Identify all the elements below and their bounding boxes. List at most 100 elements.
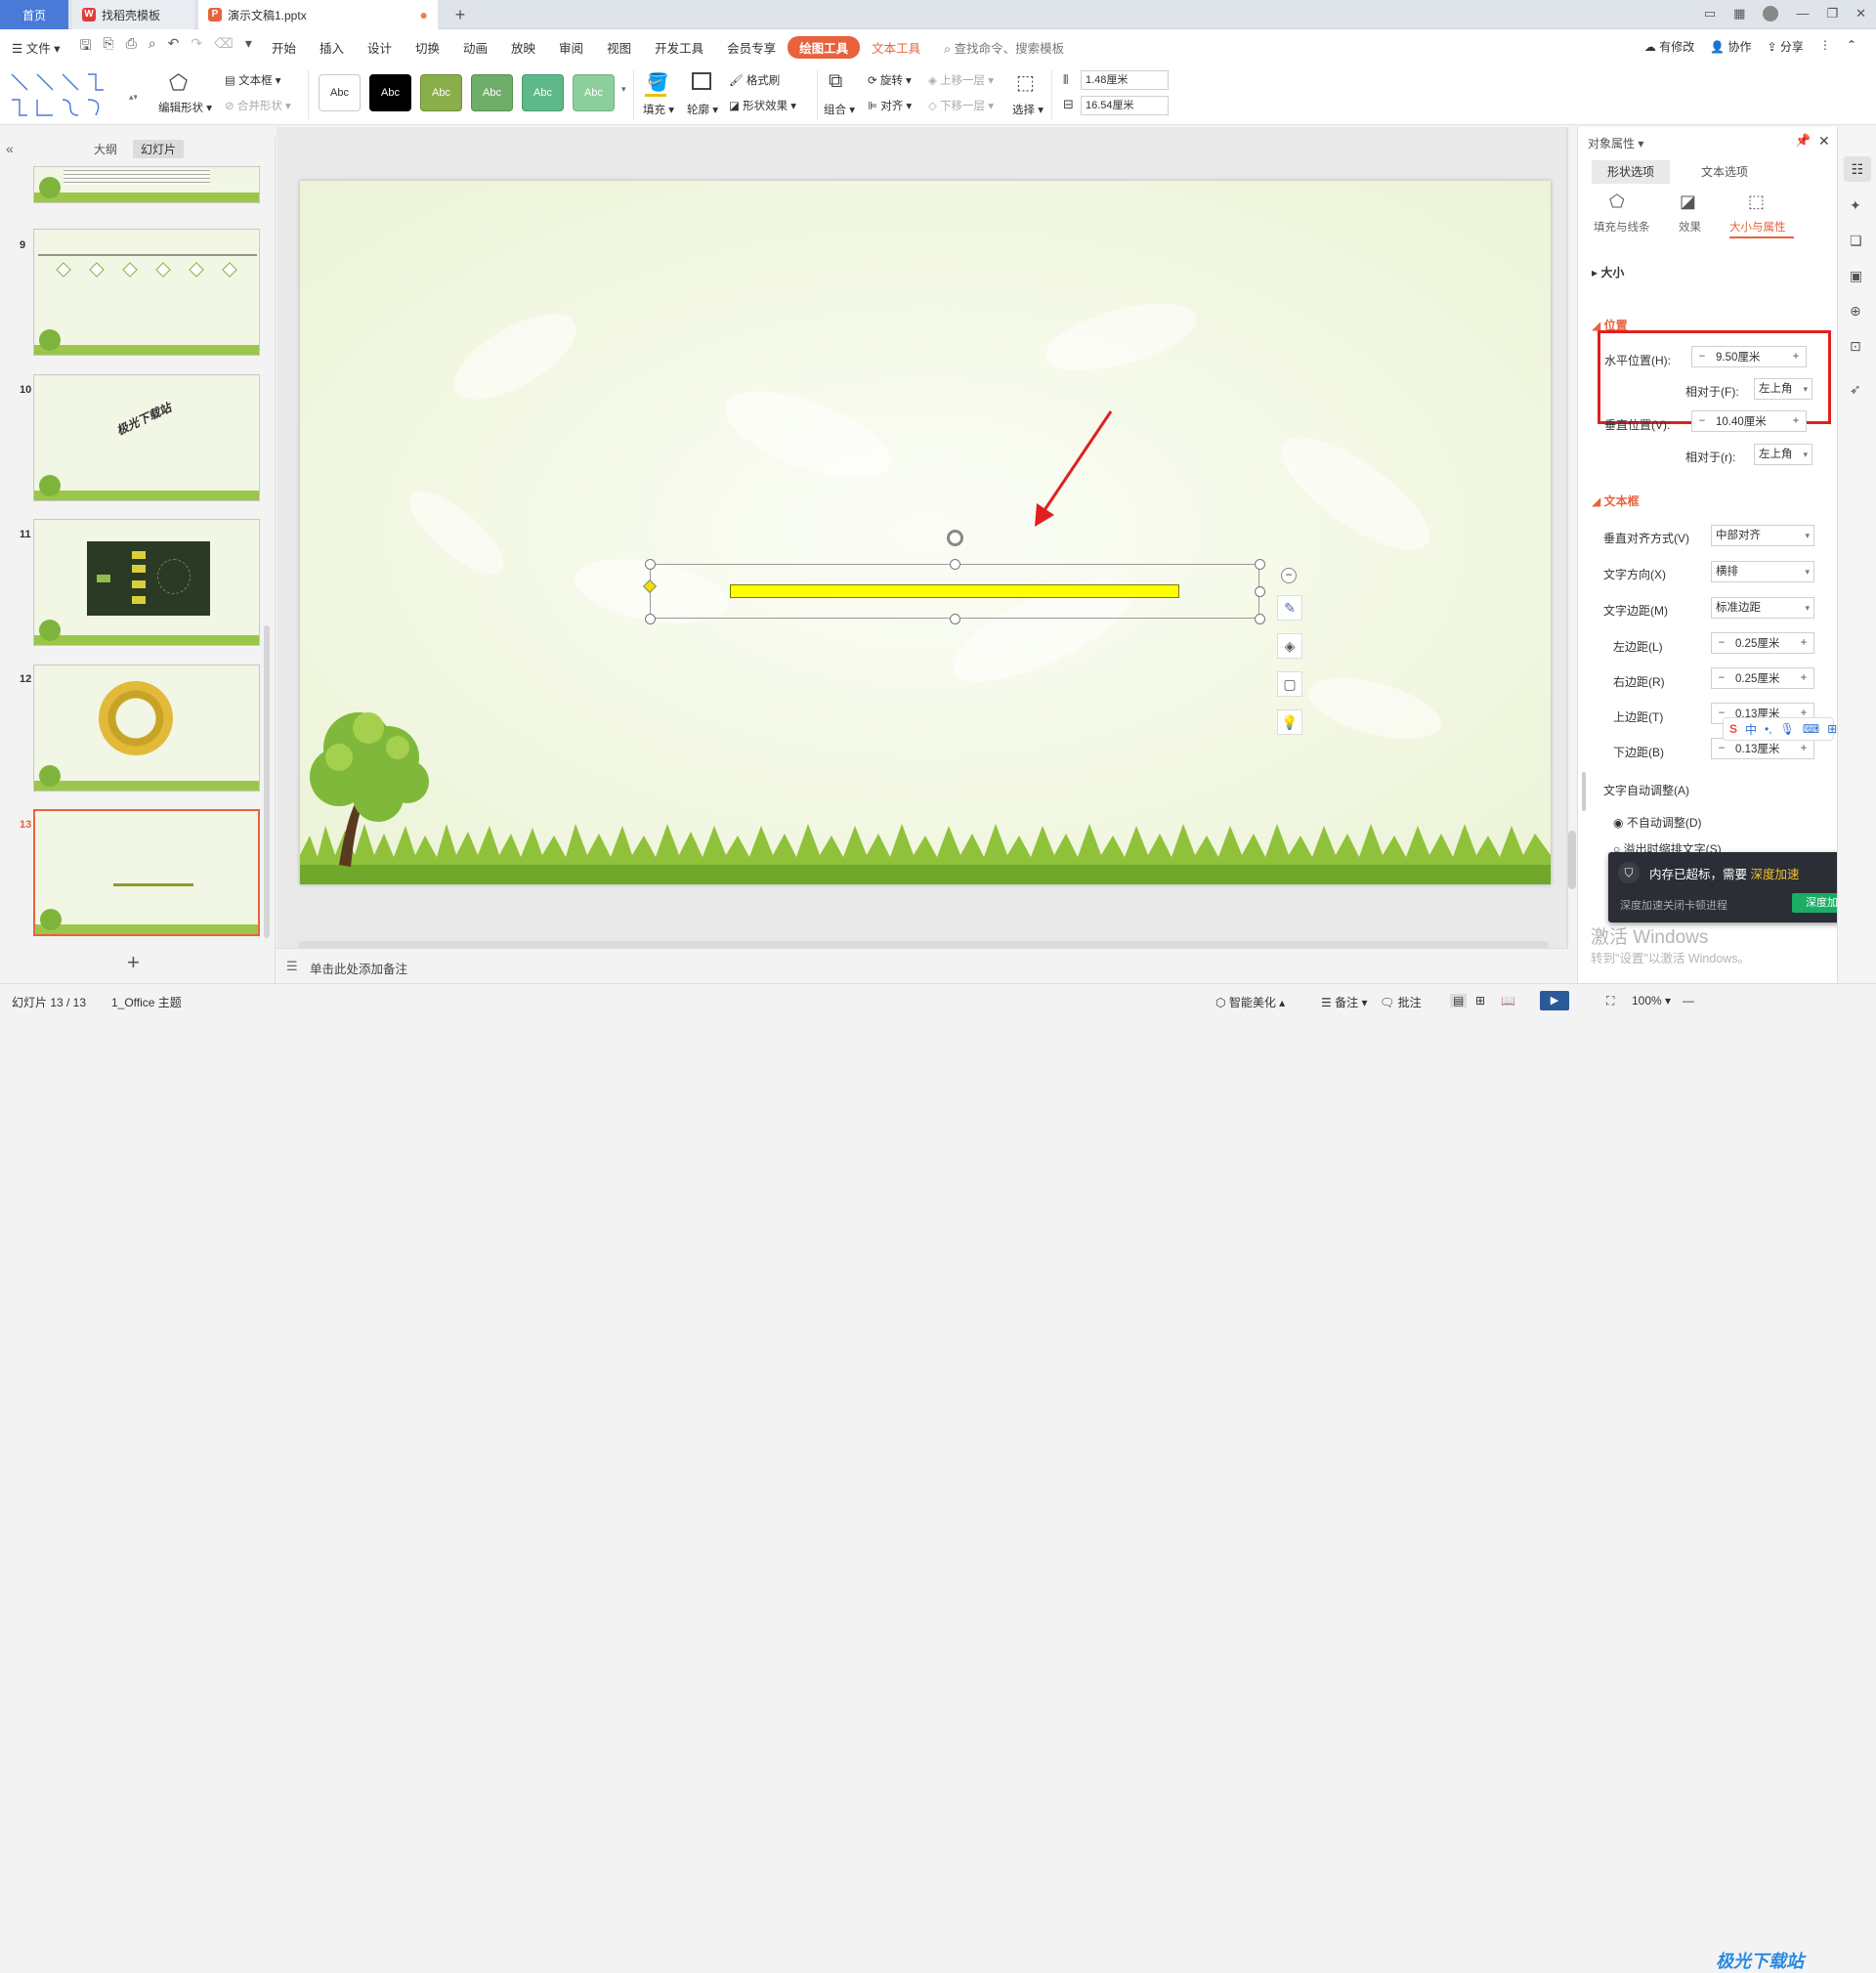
- close-icon[interactable]: ✕: [1855, 6, 1866, 21]
- modified-button[interactable]: ☁ 有修改: [1644, 38, 1694, 55]
- smart-beautify-button[interactable]: ⬡ 智能美化 ▴: [1215, 994, 1285, 1010]
- outline-button[interactable]: 轮廓 ▾: [687, 102, 718, 117]
- subtab-fill-line[interactable]: 填充与线条: [1594, 219, 1650, 235]
- notes-toggle-button[interactable]: ☰ 备注 ▾: [1321, 994, 1367, 1010]
- increment-icon[interactable]: +: [1794, 743, 1813, 754]
- bottom-margin-stepper[interactable]: −0.13厘米 +: [1711, 738, 1814, 759]
- h-pos-stepper[interactable]: −9.50厘米 +: [1691, 346, 1807, 367]
- resize-handle-bl[interactable]: [645, 614, 656, 624]
- thumbnail-scrollbar[interactable]: [264, 625, 270, 938]
- fill-button[interactable]: 填充 ▾: [643, 102, 674, 117]
- slide-thumbnail-8[interactable]: [33, 166, 260, 203]
- send-backward-button[interactable]: ◇ 下移一层 ▾: [928, 98, 994, 113]
- rotate-handle[interactable]: [947, 530, 963, 546]
- subtab-effect[interactable]: 效果: [1679, 219, 1701, 235]
- preview-icon[interactable]: ⌕: [149, 35, 156, 59]
- layout-icon[interactable]: ▭: [1704, 6, 1716, 21]
- rocket-icon[interactable]: ➶: [1850, 381, 1861, 398]
- menu-developer[interactable]: 开发工具: [643, 38, 715, 57]
- pen-icon[interactable]: ✎: [1277, 595, 1302, 621]
- menu-slideshow[interactable]: 放映: [499, 38, 547, 57]
- shape-style-2[interactable]: Abc: [369, 74, 411, 111]
- more-options-icon[interactable]: ⋮: [1819, 38, 1831, 55]
- clear-format-icon[interactable]: ⌫: [214, 35, 234, 59]
- grid-apps-icon[interactable]: ▦: [1733, 6, 1745, 21]
- slide-sorter-icon[interactable]: ⊞: [1475, 994, 1485, 1008]
- theme-name[interactable]: 1_Office 主题: [111, 994, 182, 1010]
- animation-pin-icon[interactable]: ✦: [1850, 197, 1861, 214]
- select-icon[interactable]: ⬚: [1016, 70, 1035, 95]
- file-menu[interactable]: ☰ 文件 ▾: [0, 38, 71, 57]
- save-icon[interactable]: 🖫: [79, 35, 91, 59]
- tab-document[interactable]: P 演示文稿1.pptx ●: [198, 0, 438, 29]
- pin-icon[interactable]: 📌: [1795, 133, 1811, 149]
- decrement-icon[interactable]: −: [1712, 743, 1731, 754]
- v-pos-stepper[interactable]: −10.40厘米 +: [1691, 410, 1807, 432]
- restore-icon[interactable]: ❐: [1826, 6, 1838, 21]
- decrement-icon[interactable]: −: [1712, 637, 1731, 649]
- fill-line-icon[interactable]: ⬠: [1609, 192, 1625, 212]
- tab-shape-options[interactable]: 形状选项: [1592, 160, 1670, 184]
- increment-icon[interactable]: +: [1786, 351, 1806, 363]
- print-icon[interactable]: ⎙: [126, 35, 137, 59]
- outline-icon[interactable]: [692, 72, 711, 90]
- menu-insert[interactable]: 插入: [308, 38, 356, 57]
- increment-icon[interactable]: +: [1794, 672, 1813, 684]
- width-input[interactable]: 16.54厘米: [1081, 96, 1169, 115]
- fill-quick-icon[interactable]: ◈: [1277, 633, 1302, 659]
- shape-effect-button[interactable]: ◪ 形状效果 ▾: [729, 98, 796, 113]
- menu-review[interactable]: 审阅: [547, 38, 595, 57]
- slide-thumbnail-12[interactable]: [33, 665, 260, 792]
- add-slide-button[interactable]: +: [127, 950, 140, 975]
- increment-icon[interactable]: +: [1786, 415, 1806, 427]
- minimize-icon[interactable]: —: [1796, 6, 1809, 21]
- group-icon[interactable]: ⧉: [829, 70, 842, 93]
- fill-bucket-icon[interactable]: 🪣: [647, 72, 668, 93]
- export-icon[interactable]: ⎘: [103, 35, 113, 59]
- reading-view-icon[interactable]: 📖: [1501, 994, 1515, 1008]
- collapse-ribbon-icon[interactable]: ⌃: [1847, 38, 1856, 55]
- book-icon[interactable]: ⊡: [1850, 338, 1861, 355]
- tab-home[interactable]: 首页: [0, 0, 68, 29]
- close-panel-icon[interactable]: ✕: [1818, 133, 1830, 150]
- edit-shape-button[interactable]: 编辑形状 ▾: [158, 100, 212, 115]
- normal-view-icon[interactable]: ▤: [1450, 994, 1468, 1008]
- menu-animation[interactable]: 动画: [451, 38, 499, 57]
- shape-style-6[interactable]: Abc: [573, 74, 615, 111]
- shape-style-4[interactable]: Abc: [471, 74, 513, 111]
- notification-link[interactable]: 深度加速: [1751, 868, 1800, 881]
- tab-slides[interactable]: 幻灯片: [133, 140, 185, 158]
- decrement-icon[interactable]: −: [1712, 672, 1731, 684]
- collab-button[interactable]: 👤 协作: [1710, 38, 1751, 55]
- shape-style-5[interactable]: Abc: [522, 74, 564, 111]
- redo-icon[interactable]: ↷: [191, 35, 202, 59]
- bring-forward-button[interactable]: ◈ 上移一层 ▾: [928, 72, 994, 88]
- format-painter-button[interactable]: 🖌 格式刷: [729, 72, 780, 88]
- merge-shape-button[interactable]: ⊘ 合并形状 ▾: [225, 98, 291, 113]
- memory-notification[interactable]: ⛉ 内存已超标，需要 深度加速 ✕ 深度加速关闭卡顿进程 深度加速: [1608, 852, 1870, 922]
- resize-handle-br[interactable]: [1255, 614, 1265, 624]
- relative-r-select[interactable]: 左上角: [1754, 444, 1812, 465]
- command-search[interactable]: ⌕ 查找命令、搜索模板: [932, 38, 1076, 57]
- more-icon[interactable]: ▾: [245, 35, 252, 59]
- resize-handle-b[interactable]: [950, 614, 960, 624]
- new-tab-button[interactable]: +: [448, 0, 473, 29]
- select-button[interactable]: 选择 ▾: [1012, 102, 1044, 117]
- tab-text-options[interactable]: 文本选项: [1685, 160, 1764, 184]
- text-margin-select[interactable]: 标准边距: [1711, 597, 1814, 619]
- slide-thumbnail-13[interactable]: [33, 809, 260, 936]
- zoom-out-icon[interactable]: —: [1683, 994, 1694, 1008]
- undo-icon[interactable]: ↶: [168, 35, 180, 59]
- collapse-panel-icon[interactable]: «: [6, 141, 14, 156]
- image-icon[interactable]: ▣: [1850, 268, 1862, 284]
- fit-window-icon[interactable]: ⛶: [1606, 994, 1614, 1008]
- tab-outline[interactable]: 大纲: [94, 141, 117, 157]
- panel-title[interactable]: 对象属性 ▾: [1588, 135, 1643, 151]
- text-direction-select[interactable]: 横排: [1711, 561, 1814, 582]
- play-button[interactable]: ▶: [1540, 991, 1569, 1010]
- valign-select[interactable]: 中部对齐: [1711, 525, 1814, 546]
- decrement-icon[interactable]: −: [1692, 415, 1712, 427]
- right-margin-stepper[interactable]: −0.25厘米 +: [1711, 667, 1814, 689]
- properties-icon[interactable]: ☷: [1844, 156, 1871, 182]
- resize-handle-t[interactable]: [950, 559, 960, 570]
